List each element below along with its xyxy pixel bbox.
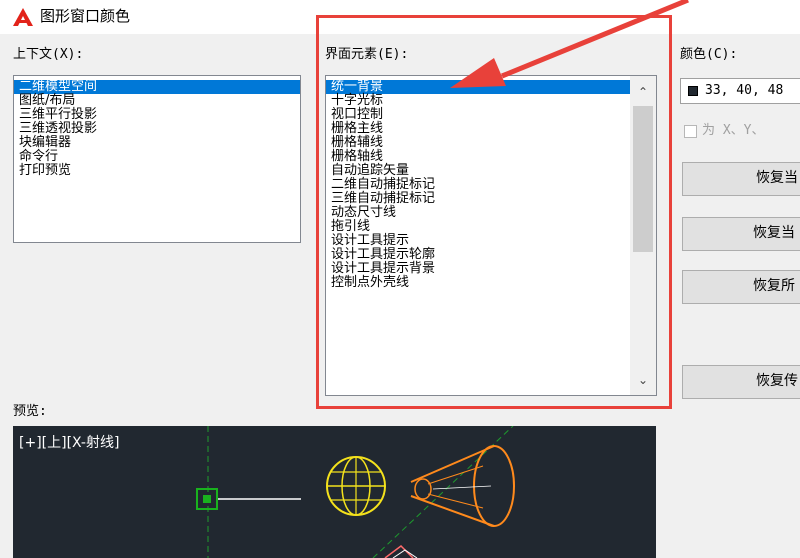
color-value: 33, 40, 48: [705, 83, 784, 98]
restore-current-context-button[interactable]: 恢复当: [682, 217, 800, 251]
apply-xyz-label: 为 X、Y、: [702, 123, 765, 138]
color-swatch: [688, 86, 698, 96]
apply-xyz-checkbox[interactable]: [684, 125, 697, 138]
restore-all-contexts-button[interactable]: 恢复所: [682, 270, 800, 304]
context-item-3d-perspective[interactable]: 三维透视投影: [14, 122, 300, 136]
context-item-3d-parallel[interactable]: 三维平行投影: [14, 108, 300, 122]
annotation-arrow-icon: [450, 0, 689, 88]
context-item-paper-layout[interactable]: 图纸/布局: [14, 94, 300, 108]
restore-classic-colors-button[interactable]: 恢复传: [682, 365, 800, 399]
restore-current-element-button[interactable]: 恢复当: [682, 162, 800, 196]
autocad-logo-icon: [13, 8, 33, 26]
context-item-2d-model-space[interactable]: 二维模型空间: [14, 80, 300, 94]
color-label: 颜色(C):: [680, 47, 738, 62]
context-label: 上下文(X):: [13, 47, 84, 62]
color-select[interactable]: 33, 40, 48: [680, 78, 800, 104]
context-item-block-editor[interactable]: 块编辑器: [14, 136, 300, 150]
preview-drawing: [196, 426, 515, 558]
preview-viewport: [+][上][X-射线]: [13, 426, 656, 558]
context-item-plot-preview[interactable]: 打印预览: [14, 164, 300, 178]
context-item-command-line[interactable]: 命令行: [14, 150, 300, 164]
window-title: 图形窗口颜色: [40, 7, 131, 25]
preview-label: 预览:: [13, 404, 47, 419]
context-listbox[interactable]: 二维模型空间 图纸/布局 三维平行投影 三维透视投影 块编辑器 命令行 打印预览: [13, 75, 301, 243]
